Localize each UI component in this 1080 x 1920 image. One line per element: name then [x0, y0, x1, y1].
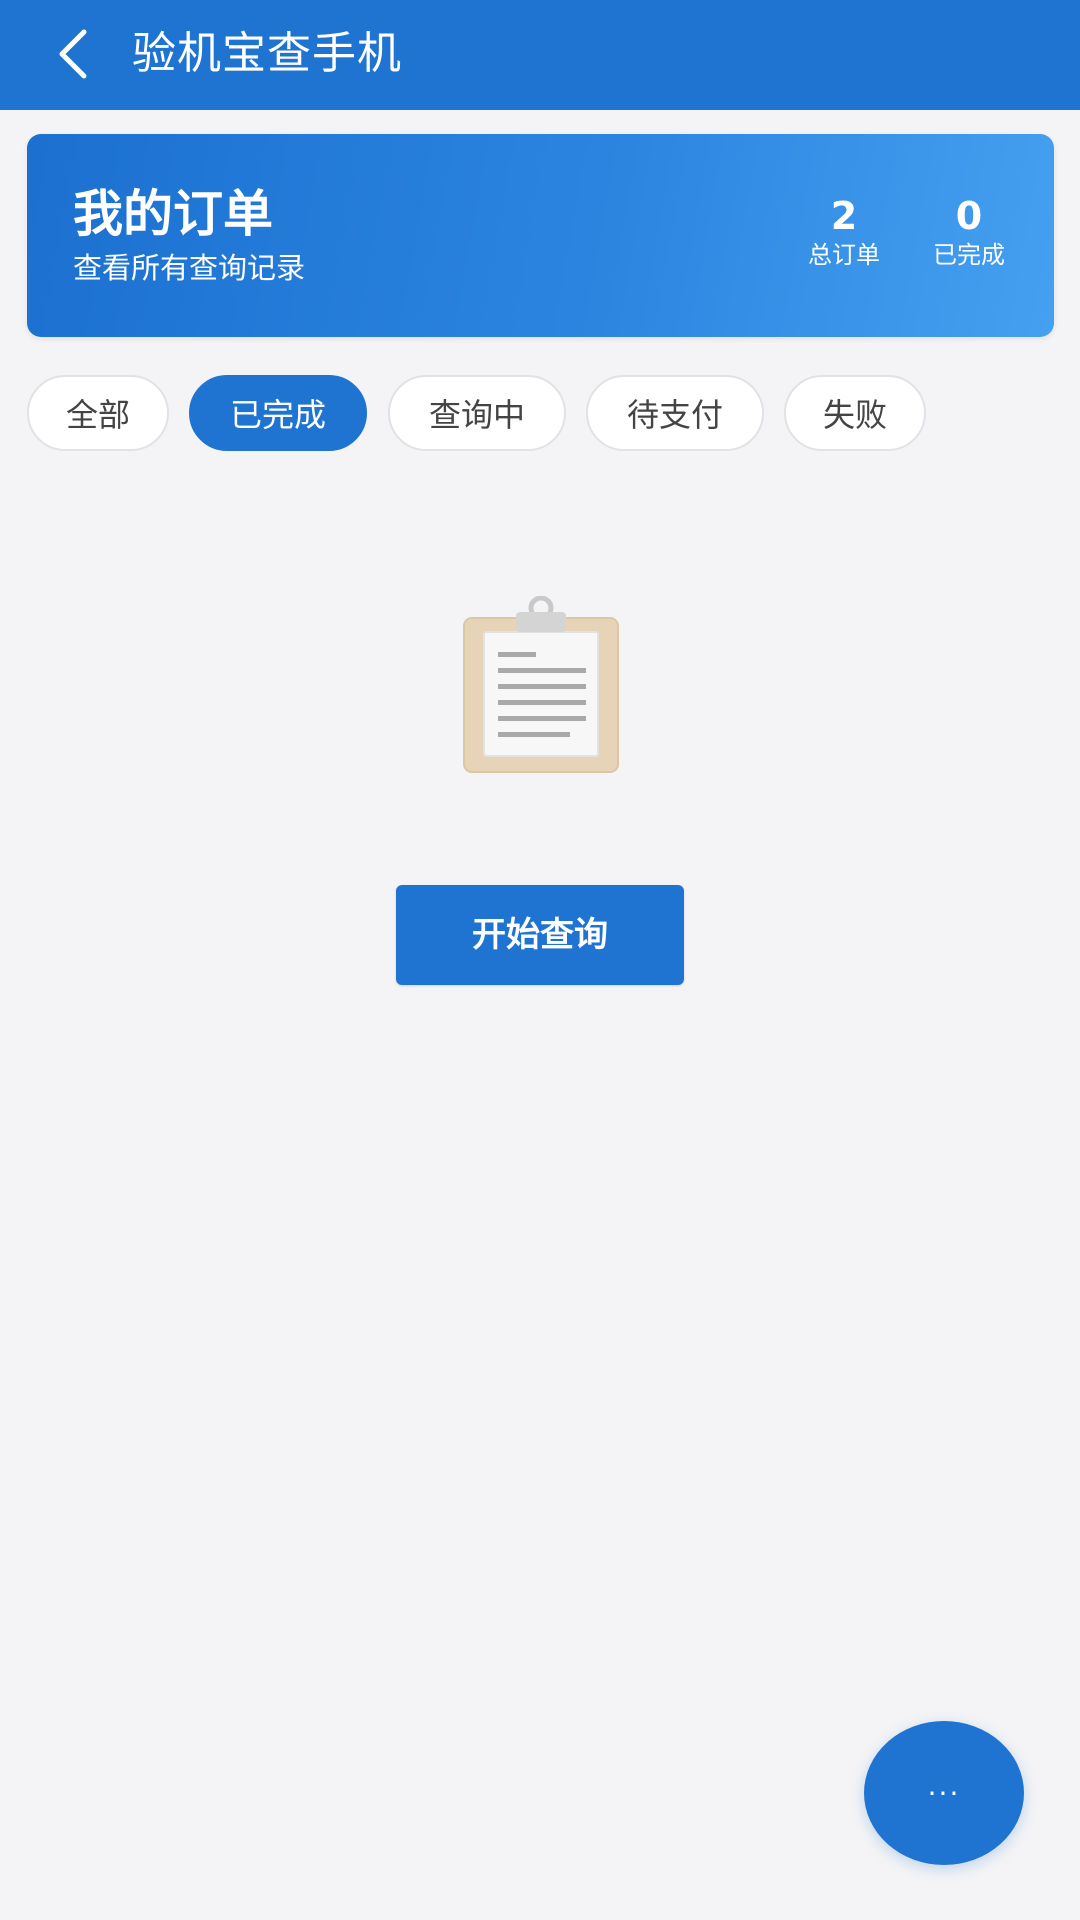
- stat-label: 总订单: [808, 241, 880, 269]
- chevron-left-icon: [59, 29, 87, 79]
- tab-all[interactable]: 全部: [27, 375, 169, 451]
- tab-querying[interactable]: 查询中: [388, 375, 566, 451]
- stat-completed: 0 已完成: [909, 194, 1029, 270]
- stat-value: 0: [955, 194, 983, 238]
- card-subtitle: 查看所有查询记录: [73, 251, 306, 285]
- tab-pending-payment[interactable]: 待支付: [586, 375, 764, 451]
- more-dots-icon: ···: [927, 1776, 961, 1810]
- card-title: 我的订单: [73, 185, 273, 243]
- stat-value: 2: [830, 194, 858, 238]
- page-title: 验机宝查手机: [132, 28, 402, 79]
- orders-summary-card: 我的订单 查看所有查询记录 2 总订单 0 已完成: [27, 134, 1054, 337]
- stat-total-orders: 2 总订单: [784, 194, 904, 270]
- stat-label: 已完成: [933, 241, 1005, 269]
- top-app-bar: 验机宝查手机: [0, 0, 1080, 110]
- more-fab-button[interactable]: ···: [864, 1721, 1024, 1865]
- back-button[interactable]: [38, 18, 110, 90]
- tab-failed[interactable]: 失败: [784, 375, 926, 451]
- start-query-button[interactable]: 开始查询: [396, 885, 684, 985]
- filter-tabs: 全部 已完成 查询中 待支付 失败: [27, 375, 1057, 455]
- tab-completed[interactable]: 已完成: [189, 375, 367, 451]
- clipboard-icon: [463, 596, 619, 773]
